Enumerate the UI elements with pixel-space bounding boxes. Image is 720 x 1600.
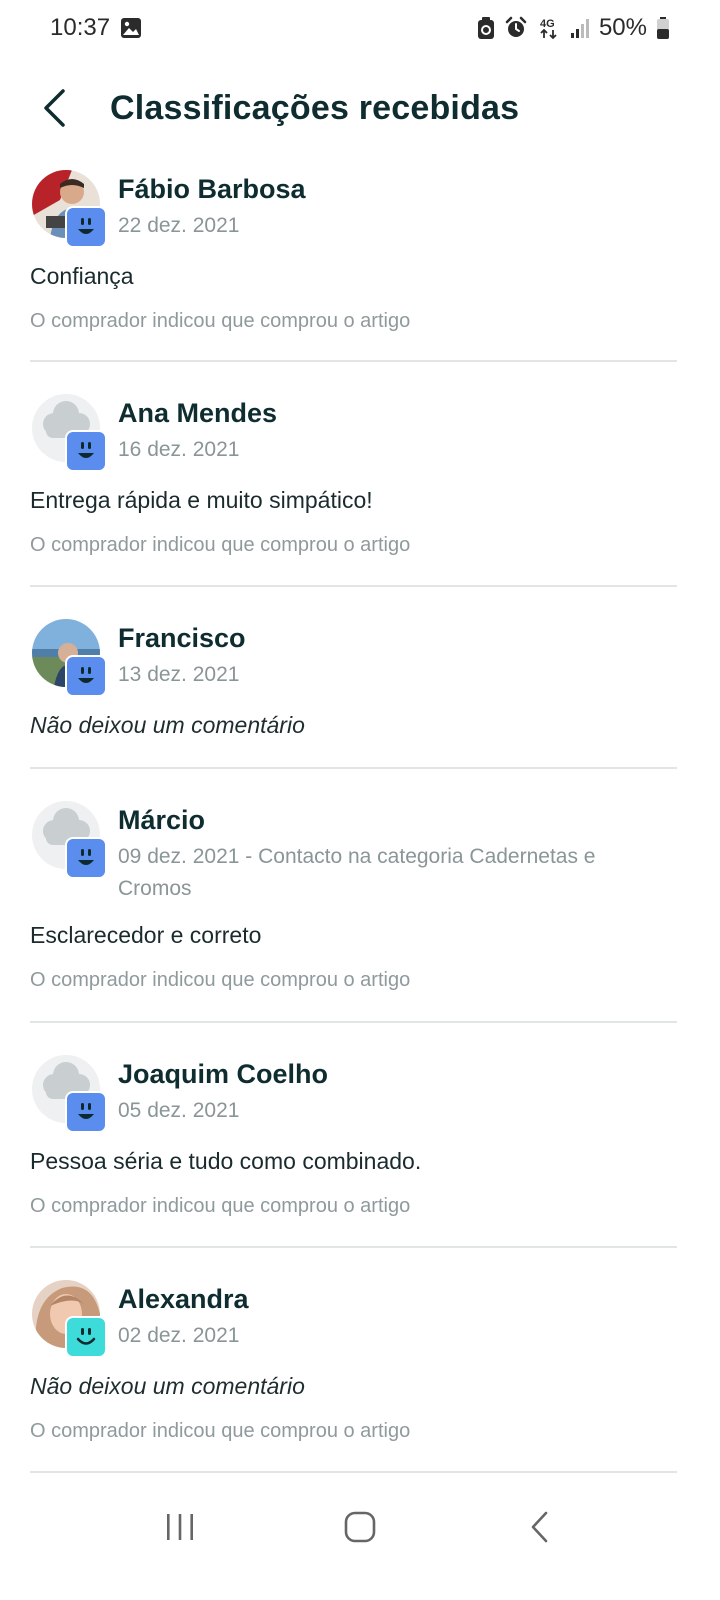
reviewer-name[interactable]: Joaquim Coelho bbox=[118, 1057, 328, 1091]
avatar-container[interactable] bbox=[30, 619, 107, 697]
chevron-left-icon bbox=[44, 89, 65, 127]
review-head: Márcio 09 dez. 2021 - Contacto na catego… bbox=[118, 801, 638, 905]
review-item: Fábio Barbosa 22 dez. 2021 Confiança O c… bbox=[30, 160, 677, 362]
rating-badge bbox=[65, 206, 107, 248]
alarm-icon bbox=[504, 16, 528, 40]
smile-face-icon bbox=[76, 1328, 96, 1345]
battery-percent: 50% bbox=[598, 14, 647, 41]
home-icon bbox=[344, 1511, 376, 1543]
home-button[interactable] bbox=[315, 1492, 405, 1562]
recent-apps-icon bbox=[167, 1514, 193, 1540]
svg-text:4G: 4G bbox=[540, 18, 555, 30]
rating-badge bbox=[65, 430, 107, 472]
review-date: 05 dez. 2021 bbox=[118, 1099, 240, 1122]
review-header: Francisco 13 dez. 2021 bbox=[30, 619, 677, 697]
review-comment: Esclarecedor e correto bbox=[30, 922, 262, 948]
review-date: 13 dez. 2021 bbox=[118, 663, 240, 686]
back-icon bbox=[531, 1511, 548, 1543]
signal-icon bbox=[570, 17, 590, 39]
recycle-icon bbox=[477, 16, 495, 40]
status-right: 4G 50% bbox=[477, 14, 670, 42]
happy-face-icon bbox=[78, 849, 94, 865]
review-comment: Não deixou um comentário bbox=[30, 1373, 305, 1399]
purchase-note: O comprador indicou que comprou o artigo bbox=[30, 534, 411, 556]
review-comment: Não deixou um comentário bbox=[30, 712, 305, 738]
back-button[interactable] bbox=[22, 76, 86, 140]
review-item: Francisco 13 dez. 2021 Não deixou um com… bbox=[30, 587, 677, 769]
review-comment: Pessoa séria e tudo como combinado. bbox=[30, 1148, 422, 1174]
review-header: Joaquim Coelho 05 dez. 2021 bbox=[30, 1055, 677, 1133]
rating-badge bbox=[65, 655, 107, 697]
reviewer-name[interactable]: Alexandra bbox=[118, 1282, 249, 1316]
rating-badge bbox=[65, 1316, 107, 1358]
status-time: 10:37 bbox=[50, 14, 111, 41]
header: Classificações recebidas bbox=[0, 72, 720, 144]
review-head: Alexandra 02 dez. 2021 bbox=[118, 1280, 249, 1352]
page-title: Classificações recebidas bbox=[110, 88, 520, 127]
status-bar: 10:37 4G 50% bbox=[0, 0, 720, 56]
system-back-button[interactable] bbox=[495, 1492, 585, 1562]
status-left: 10:37 bbox=[50, 14, 142, 42]
rating-badge bbox=[65, 1091, 107, 1133]
review-item: Ana Mendes 16 dez. 2021 Entrega rápida e… bbox=[30, 362, 677, 587]
review-item: Márcio 09 dez. 2021 - Contacto na catego… bbox=[30, 769, 677, 1023]
recent-apps-button[interactable] bbox=[135, 1492, 225, 1562]
avatar-container[interactable] bbox=[30, 394, 107, 472]
review-head: Joaquim Coelho 05 dez. 2021 bbox=[118, 1055, 328, 1127]
review-header: Fábio Barbosa 22 dez. 2021 bbox=[30, 170, 677, 248]
review-date: 02 dez. 2021 bbox=[118, 1324, 240, 1347]
purchase-note: O comprador indicou que comprou o artigo bbox=[30, 1195, 411, 1217]
review-header: Alexandra 02 dez. 2021 bbox=[30, 1280, 677, 1358]
review-head: Ana Mendes 16 dez. 2021 bbox=[118, 394, 277, 466]
avatar-container[interactable] bbox=[30, 170, 107, 248]
reviewer-name[interactable]: Fábio Barbosa bbox=[118, 172, 306, 206]
review-item: Alexandra 02 dez. 2021 Não deixou um com… bbox=[30, 1248, 677, 1473]
reviewer-name[interactable]: Márcio bbox=[118, 803, 638, 837]
review-header: Márcio 09 dez. 2021 - Contacto na catego… bbox=[30, 801, 677, 905]
happy-face-icon bbox=[78, 1103, 94, 1119]
review-comment: Confiança bbox=[30, 263, 134, 289]
avatar-container[interactable] bbox=[30, 1055, 107, 1133]
purchase-note: O comprador indicou que comprou o artigo bbox=[30, 1420, 411, 1442]
review-item: Joaquim Coelho 05 dez. 2021 Pessoa séria… bbox=[30, 1023, 677, 1248]
4g-data-icon: 4G bbox=[537, 16, 561, 40]
avatar-container[interactable] bbox=[30, 801, 107, 879]
purchase-note: O comprador indicou que comprou o artigo bbox=[30, 969, 411, 991]
happy-face-icon bbox=[78, 442, 94, 458]
happy-face-icon bbox=[78, 218, 94, 234]
rating-badge bbox=[65, 837, 107, 879]
review-date: 22 dez. 2021 bbox=[118, 214, 240, 237]
review-comment: Entrega rápida e muito simpático! bbox=[30, 487, 373, 513]
review-date: 09 dez. 2021 - Contacto na categoria Cad… bbox=[118, 845, 596, 900]
review-date: 16 dez. 2021 bbox=[118, 438, 240, 461]
happy-face-icon bbox=[78, 667, 94, 683]
reviews-list: Fábio Barbosa 22 dez. 2021 Confiança O c… bbox=[30, 160, 677, 1473]
battery-icon bbox=[656, 16, 670, 40]
avatar-container[interactable] bbox=[30, 1280, 107, 1358]
gallery-icon bbox=[120, 17, 142, 39]
review-head: Francisco 13 dez. 2021 bbox=[118, 619, 246, 691]
review-head: Fábio Barbosa 22 dez. 2021 bbox=[118, 170, 306, 242]
review-header: Ana Mendes 16 dez. 2021 bbox=[30, 394, 677, 472]
reviewer-name[interactable]: Francisco bbox=[118, 621, 246, 655]
purchase-note: O comprador indicou que comprou o artigo bbox=[30, 310, 411, 332]
reviewer-name[interactable]: Ana Mendes bbox=[118, 396, 277, 430]
system-nav-bar bbox=[0, 1482, 720, 1572]
